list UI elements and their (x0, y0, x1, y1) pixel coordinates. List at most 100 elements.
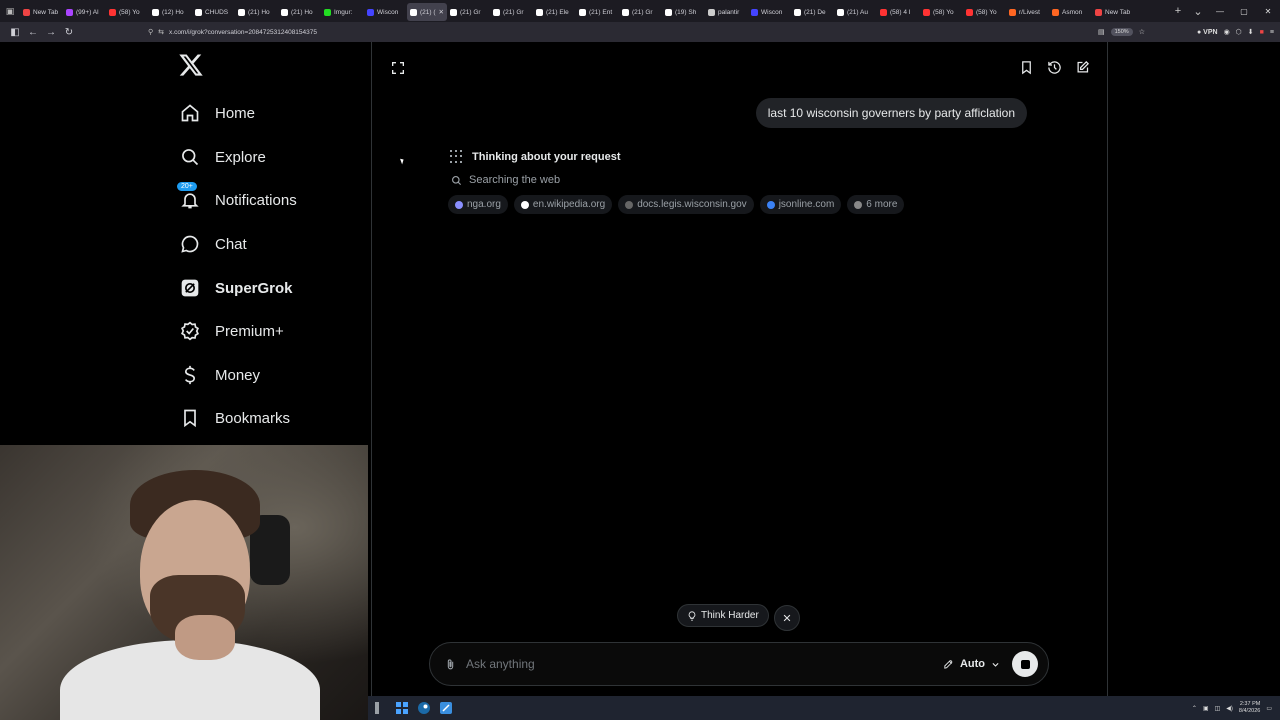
vpn-indicator[interactable]: ● VPN (1197, 29, 1218, 36)
browser-tab[interactable]: (58) Yo (920, 3, 963, 21)
sidebar-toggle-icon[interactable]: ▣ (0, 0, 20, 22)
site-info-icon[interactable]: ⚲ (148, 28, 153, 36)
tab-favicon-icon (109, 8, 116, 16)
sidebar-item-chat[interactable]: Chat (178, 227, 247, 261)
browser-tab[interactable]: (21) Ele (533, 3, 576, 21)
taskbar-widget-icon[interactable] (370, 698, 390, 718)
browser-tab[interactable]: (21) Ho (278, 3, 321, 21)
browser-tab[interactable]: (21) Gr (490, 3, 533, 21)
browser-tab[interactable]: (58) Yo (963, 3, 1006, 21)
sidebar-item-explore[interactable]: Explore (178, 140, 266, 174)
dismiss-suggestion-button[interactable] (774, 605, 800, 631)
sidebar-item-home[interactable]: Home (178, 96, 255, 130)
expand-icon[interactable] (390, 60, 406, 76)
stop-generation-button[interactable] (1012, 651, 1038, 677)
bookmark-icon[interactable] (1018, 59, 1034, 75)
browser-tab[interactable]: (19) Sh (662, 3, 705, 21)
browser-tab[interactable]: (21) De (791, 3, 834, 21)
sidebar-panel-icon[interactable]: ◧ (6, 27, 24, 38)
maximize-icon[interactable]: ▢ (1232, 7, 1256, 16)
forward-icon[interactable]: → (42, 27, 60, 38)
sidebar-item-money[interactable]: Money (178, 358, 260, 392)
mode-selector[interactable]: Auto (943, 658, 1000, 670)
browser-tab[interactable]: CHUDS (192, 3, 235, 21)
browser-tab[interactable]: (21) Gr (447, 3, 490, 21)
browser-tab[interactable]: r/Livest (1006, 3, 1049, 21)
tab-favicon-icon (367, 8, 374, 16)
account-icon[interactable]: ◉ (1224, 28, 1230, 36)
taskbar-clock[interactable]: 2:37 PM 8/4/2026 (1239, 701, 1260, 715)
steam-icon[interactable] (414, 698, 434, 718)
close-window-icon[interactable]: ✕ (1256, 7, 1280, 16)
browser-tab[interactable]: (58) 4 I (877, 3, 920, 21)
browser-tab[interactable]: (99+) Al (63, 3, 106, 21)
sidebar-item-notifications[interactable]: 20+ Notifications (176, 181, 297, 217)
thinking-status[interactable]: Thinking about your request (450, 150, 621, 164)
searching-label: Searching the web (469, 174, 561, 186)
close-icon (783, 614, 791, 622)
browser-tab[interactable]: (58) Yo (106, 3, 149, 21)
source-label: en.wikipedia.org (532, 199, 606, 210)
tray-app-icon[interactable]: ▣ (1203, 705, 1209, 712)
start-menu-icon[interactable] (392, 698, 412, 718)
browser-tab[interactable]: New Tab (20, 3, 63, 21)
source-chip[interactable]: docs.legis.wisconsin.gov (618, 195, 754, 214)
notification-center-icon[interactable]: ▭ (1266, 705, 1272, 712)
x-logo-icon[interactable] (178, 52, 204, 78)
browser-tab[interactable]: (21) Gr (619, 3, 662, 21)
think-harder-button[interactable]: Think Harder (677, 604, 769, 627)
menu-icon[interactable]: ≡ (1270, 29, 1274, 36)
downloads-icon[interactable]: ⬇ (1248, 28, 1254, 36)
new-tab-button[interactable]: + (1168, 5, 1188, 17)
browser-tab[interactable]: Imgur: (321, 3, 364, 21)
mouse-cursor (400, 157, 405, 165)
volume-icon[interactable]: ◀) (1226, 705, 1233, 712)
tab-label: (58) Yo (119, 8, 140, 16)
back-icon[interactable]: ← (24, 27, 42, 38)
source-chip[interactable]: jsonline.com (759, 195, 842, 214)
extension-red-icon[interactable]: ■ (1260, 29, 1264, 36)
extensions-icon[interactable]: ⬡ (1236, 28, 1242, 36)
source-chip[interactable]: en.wikipedia.org (513, 195, 613, 214)
tab-overflow-chevron-icon[interactable]: ⌄ (1188, 5, 1208, 18)
browser-tab[interactable]: (21) (✕ (407, 3, 447, 21)
sidebar-item-label: Money (215, 366, 261, 384)
tab-favicon-icon (1009, 8, 1016, 16)
history-icon[interactable] (1046, 59, 1062, 75)
browser-tab[interactable]: (21) Ho (235, 3, 278, 21)
sidebar-item-bookmarks[interactable]: Bookmarks (178, 401, 290, 435)
browser-tab[interactable]: Wiscon (364, 3, 407, 21)
address-bar[interactable]: ⚲ ⇆ x.com/i/grok?conversation=2084725312… (148, 28, 1098, 37)
bookmark-star-icon[interactable]: ☆ (1139, 28, 1145, 36)
reader-view-icon[interactable]: ▤ (1098, 28, 1105, 36)
browser-tab[interactable]: (12) Ho (149, 3, 192, 21)
zoom-level[interactable]: 150% (1110, 28, 1133, 36)
source-label: jsonline.com (778, 199, 835, 210)
url-text[interactable]: x.com/i/grok?conversation=20847253124081… (169, 29, 317, 36)
sidebar-item-premium[interactable]: Premium+ (178, 314, 284, 348)
new-chat-icon[interactable] (1074, 59, 1090, 75)
browser-tab[interactable]: palantir (705, 3, 748, 21)
tab-label: New Tab (1105, 8, 1131, 16)
network-icon[interactable]: ◫ (1215, 705, 1221, 712)
browser-tab[interactable]: (21) Au (834, 3, 877, 21)
tray-overflow-icon[interactable]: ⌃ (1192, 705, 1197, 712)
source-chip[interactable]: nga.org (448, 195, 508, 214)
attach-icon[interactable] (442, 656, 458, 672)
permissions-icon[interactable]: ⇆ (158, 28, 164, 36)
sidebar-item-supergrok[interactable]: SuperGrok (178, 271, 293, 305)
close-tab-icon[interactable]: ✕ (439, 8, 444, 16)
browser-tab[interactable]: New Tab (1092, 3, 1135, 21)
browser-tab[interactable]: (21) Ent (576, 3, 619, 21)
window-controls: — ▢ ✕ (1208, 7, 1280, 16)
browser-tab[interactable]: Wiscon (748, 3, 791, 21)
tab-label: (21) Gr (503, 8, 524, 16)
source-chip[interactable]: 6 more (847, 195, 905, 214)
minimize-icon[interactable]: — (1208, 7, 1232, 16)
webcam-person-hand (175, 615, 235, 660)
chat-icon (178, 232, 202, 256)
browser-tab[interactable]: Asmon (1049, 3, 1092, 21)
app-icon[interactable] (436, 698, 456, 718)
reload-icon[interactable]: ↻ (60, 27, 78, 38)
ask-input[interactable] (466, 657, 943, 671)
